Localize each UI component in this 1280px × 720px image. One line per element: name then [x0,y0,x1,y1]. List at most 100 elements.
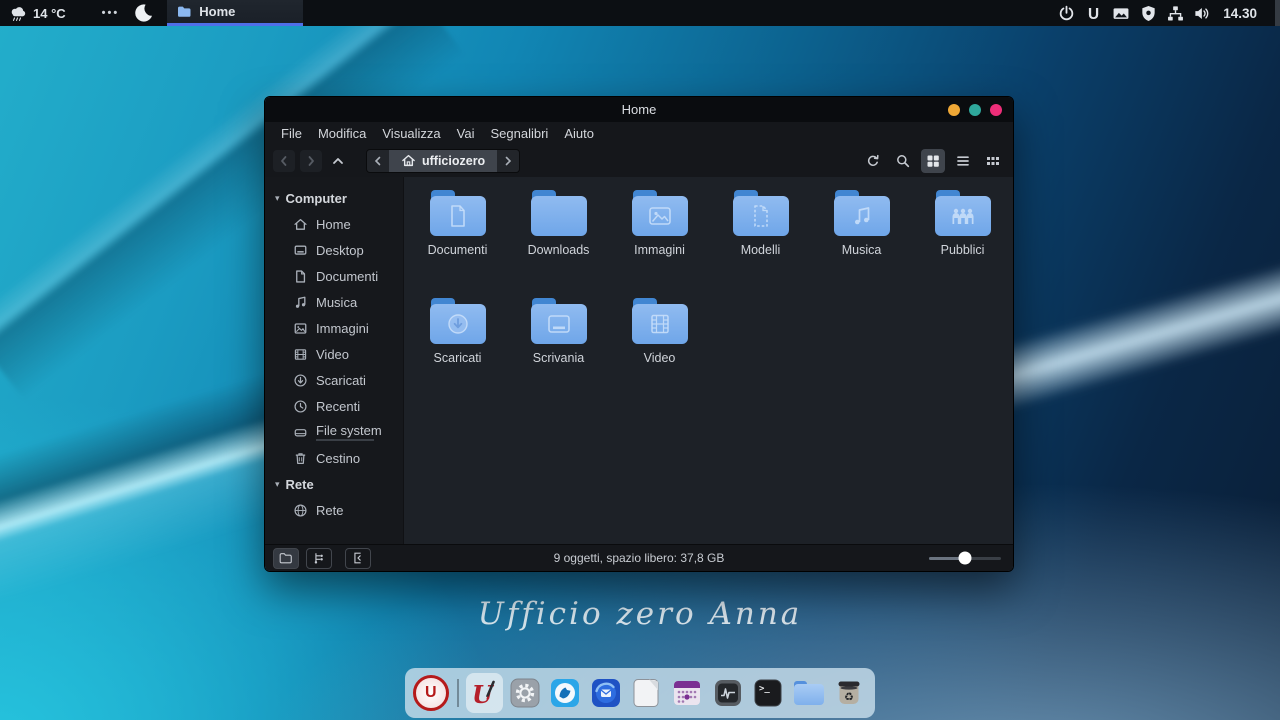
sidebar-item-video[interactable]: Video [265,341,403,367]
compact-view-button[interactable] [981,149,1005,173]
sidebar-item-immagini[interactable]: Immagini [265,315,403,341]
collapse-arrow-icon: ▾ [275,479,280,490]
download-icon [293,373,308,388]
folder-icon [935,190,991,236]
breadcrumb-location-button[interactable]: ufficiozero [389,150,497,172]
menu-aiuto[interactable]: Aiuto [556,126,602,141]
thunderbird-icon [590,677,622,709]
uz-menu-icon: U [413,675,449,711]
menu-segnalibri[interactable]: Segnalibri [483,126,557,141]
uz-updater-icon[interactable]: U [1085,5,1102,22]
welcome-app-icon: U [469,678,499,708]
maximize-button[interactable] [969,104,981,116]
menu-modifica[interactable]: Modifica [310,126,374,141]
taskbar-window-home[interactable]: Home [167,0,303,26]
film-glyph-icon [649,313,671,335]
toolbar: ufficiozero [265,144,1013,177]
menu-visualizza[interactable]: Visualizza [374,126,448,141]
people-glyph-icon [950,206,976,226]
sidebar-item-recenti[interactable]: Recenti [265,393,403,419]
folder-icon [531,298,587,344]
network-share-icon[interactable] [1167,5,1184,22]
file-manager-button[interactable] [790,673,828,713]
folder-immagini[interactable]: Immagini [609,190,710,298]
folder-modelli[interactable]: Modelli [710,190,811,298]
text-editor-button[interactable] [628,673,666,713]
sidebar-item-scaricati[interactable]: Scaricati [265,367,403,393]
folder-scrivania[interactable]: Scrivania [508,298,609,406]
breadcrumb: ufficiozero [366,149,520,173]
wallpaper-icon[interactable] [1112,5,1130,22]
folder-pubblici[interactable]: Pubblici [912,190,1013,298]
breadcrumb-next-button[interactable] [497,150,519,172]
music-icon [293,295,308,310]
clock[interactable]: 14.30 [1223,6,1257,21]
settings-gear-icon [509,677,541,709]
network-globe-icon [293,503,308,518]
folder-documenti[interactable]: Documenti [407,190,508,298]
folder-scaricati[interactable]: Scaricati [407,298,508,406]
sidebar-item-documenti[interactable]: Documenti [265,263,403,289]
folder-icon [632,298,688,344]
terminal-button[interactable]: >_ [749,673,787,713]
folder-icon [177,5,192,18]
breadcrumb-prev-button[interactable] [367,150,389,172]
sidebar-item-file-system[interactable]: File system [265,419,403,445]
download-glyph-icon [446,312,470,336]
thunderbird-button[interactable] [587,673,625,713]
show-desktop-button[interactable] [1275,0,1280,26]
folder-downloads[interactable]: Downloads [508,190,609,298]
harddisk-icon [293,425,308,440]
system-monitor-button[interactable] [709,673,747,713]
security-shield-icon[interactable] [1140,5,1157,22]
image-icon [293,321,308,336]
welcome-app-button[interactable]: U [466,673,504,713]
settings-button[interactable] [506,673,544,713]
home-icon [293,217,308,232]
librewolf-button[interactable] [547,673,585,713]
trash-button[interactable]: ♻ [830,673,868,713]
volume-icon[interactable] [1194,5,1211,22]
folder-icon [430,298,486,344]
list-view-button[interactable] [951,149,975,173]
status-text: 9 oggetti, spazio libero: 37,8 GB [265,551,1013,565]
file-view[interactable]: Documenti Downloads Immagini [403,177,1013,544]
close-button[interactable] [990,104,1002,116]
forward-button[interactable] [300,150,322,172]
zoom-slider-knob[interactable] [959,552,972,565]
folder-video[interactable]: Video [609,298,710,406]
minimize-button[interactable] [948,104,960,116]
window-controls [948,97,1002,122]
zoom-slider[interactable] [929,557,1001,560]
up-button[interactable] [327,150,349,172]
sidebar-item-rete[interactable]: Rete [265,497,403,523]
sidebar-section-computer[interactable]: ▾ Computer [265,185,403,211]
collapse-arrow-icon: ▾ [275,193,280,204]
librewolf-icon [549,677,581,709]
folder-icon [531,190,587,236]
icon-view-button[interactable] [921,149,945,173]
app-menu-button[interactable]: U [412,673,450,713]
sidebar-section-rete[interactable]: ▾ Rete [265,471,403,497]
search-button[interactable] [891,149,915,173]
clock-icon [293,399,308,414]
sidebar-item-cestino[interactable]: Cestino [265,445,403,471]
svg-text:U: U [1088,6,1099,22]
weather-applet[interactable]: 14 °C [8,5,66,22]
reload-button[interactable] [861,149,885,173]
folder-musica[interactable]: Musica [811,190,912,298]
sidebar-item-desktop[interactable]: Desktop [265,237,403,263]
desktop-icon [293,243,308,258]
system-monitor-icon [712,677,744,709]
back-button[interactable] [273,150,295,172]
titlebar[interactable]: Home [265,97,1013,122]
sidebar-item-musica[interactable]: Musica [265,289,403,315]
menu-file[interactable]: File [273,126,310,141]
menu-vai[interactable]: Vai [449,126,483,141]
calendar-button[interactable] [668,673,706,713]
panel-menu-dots[interactable]: ••• [102,7,120,19]
night-mode-icon[interactable] [133,3,153,23]
trash-icon [293,451,308,466]
power-icon[interactable] [1058,5,1075,22]
sidebar-item-home[interactable]: Home [265,211,403,237]
